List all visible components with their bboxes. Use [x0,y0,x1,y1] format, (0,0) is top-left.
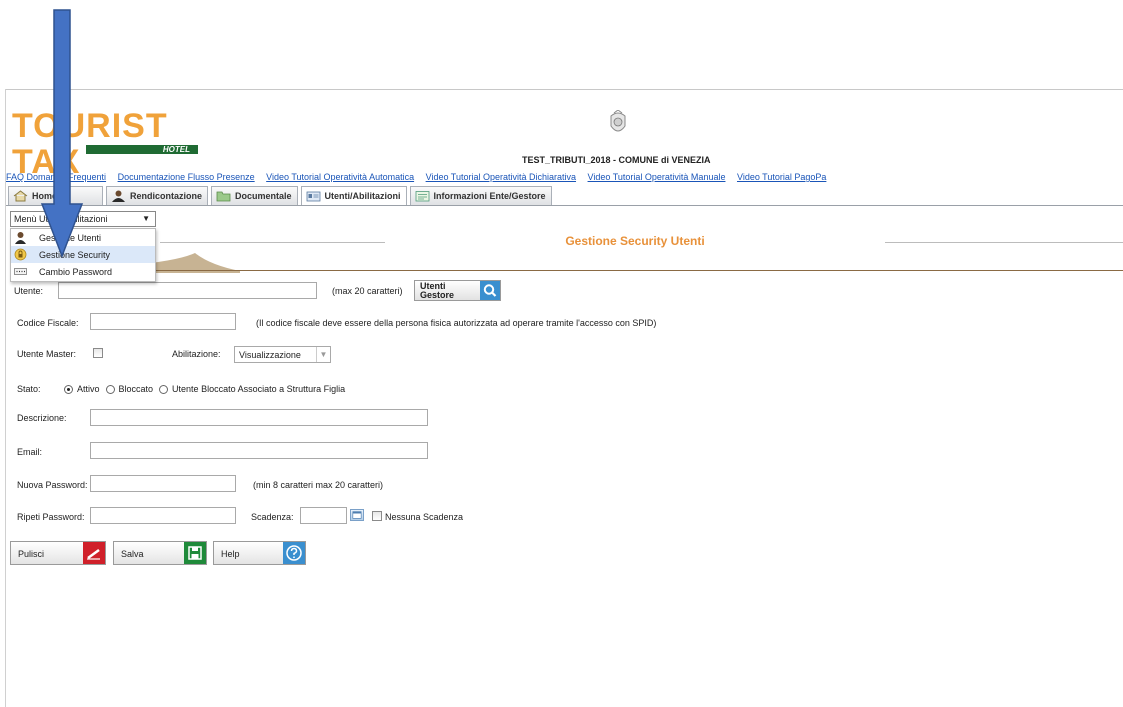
scadenza-label: Scadenza: [251,512,294,522]
nessuna-scadenza-label: Nessuna Scadenza [385,512,464,522]
save-icon [184,542,206,564]
search-icon [480,281,500,300]
user-icon [15,232,26,244]
utente-input[interactable] [58,282,317,299]
nessuna-scadenza-checkbox[interactable] [372,511,382,521]
ripeti-password-label: Ripeti Password: [17,512,85,522]
tab-label: Utenti/Abilitazioni [324,191,401,201]
scadenza-input[interactable] [300,507,347,524]
utente-master-label: Utente Master: [17,349,77,359]
link-video-manuale[interactable]: Video Tutorial Operatività Manuale [588,172,726,182]
section-divider [10,270,1123,271]
help-links-bar: FAQ Domande Frequenti Documentazione Flu… [6,172,835,182]
abilitazione-value: Visualizzazione [239,349,301,360]
pulisci-button[interactable]: Pulisci [10,541,106,565]
salva-button[interactable]: Salva [113,541,207,565]
logo-sub: HOTEL [162,145,190,154]
salva-label: Salva [121,549,144,559]
utente-label: Utente: [14,286,44,296]
entity-title: TEST_TRIBUTI_2018 - COMUNE di VENEZIA [522,155,711,165]
stato-bloccato-option[interactable]: Bloccato [105,384,154,394]
tab-label: Documentale [235,191,292,201]
tab-informazioni-ente[interactable]: Informazioni Ente/Gestore [409,186,552,205]
utente-note: (max 20 caratteri) [332,286,403,296]
nuova-password-note: (min 8 caratteri max 20 caratteri) [253,480,384,490]
municipal-crest-icon [610,110,626,132]
stato-label: Stato: [17,384,41,394]
email-input[interactable] [90,442,428,459]
email-label: Email: [17,447,43,457]
menu-item-label: Cambio Password [39,266,113,277]
form-icon [415,191,429,202]
stato-bloccato-figlia-option[interactable]: Utente Bloccato Associato a Struttura Fi… [159,384,345,394]
abilitazione-select[interactable]: Visualizzazione ▼ [234,346,331,363]
tab-documentale[interactable]: Documentale [211,186,298,205]
tabs-divider [6,205,1123,206]
stato-attivo-label: Attivo [77,384,100,394]
password-icon [14,268,27,275]
codice-fiscale-note: (Il codice fiscale deve essere della per… [256,318,657,328]
help-icon [283,542,305,564]
pulisci-label: Pulisci [18,549,45,559]
stato-radio-group: Attivo Bloccato Utente Bloccato Associat… [64,384,351,394]
tab-rendicontazione[interactable]: Rendicontazione [106,186,209,205]
link-video-automatica[interactable]: Video Tutorial Operatività Automatica [266,172,414,182]
help-button[interactable]: Help [213,541,306,565]
id-card-icon [306,191,320,202]
logo-bar: HOTEL [86,145,198,154]
radio-bloccato-figlia[interactable] [159,384,169,394]
utenti-gestore-button[interactable]: Utenti Gestore [414,280,501,301]
help-label: Help [221,549,240,559]
utente-master-checkbox[interactable] [93,348,103,358]
nuova-password-input[interactable] [90,475,236,492]
header-divider [5,89,1123,90]
link-documentazione[interactable]: Documentazione Flusso Presenze [118,172,255,182]
radio-attivo[interactable] [64,384,73,394]
chevron-down-icon: ▼ [142,214,150,223]
home-icon [13,190,28,202]
codice-fiscale-input[interactable] [90,313,236,330]
title-rule-right [885,242,1123,243]
link-video-pagopa[interactable]: Video Tutorial PagoPa [737,172,826,182]
codice-fiscale-label: Codice Fiscale: [17,318,79,328]
stato-bloccato-label: Bloccato [118,384,154,394]
stato-attivo-option[interactable]: Attivo [64,384,100,394]
menu-item-cambio-password[interactable]: Cambio Password [11,263,155,280]
main-tabs: Home Rendicontazione Documentale Utenti/… [8,186,555,205]
nuova-password-label: Nuova Password: [17,480,88,490]
tab-label: Rendicontazione [130,191,203,201]
descrizione-label: Descrizione: [17,413,67,423]
descrizione-input[interactable] [90,409,428,426]
tab-utenti-abilitazioni[interactable]: Utenti/Abilitazioni [300,186,407,205]
ripeti-password-input[interactable] [90,507,236,524]
user-icon [112,190,125,202]
annotation-arrow-icon [40,9,84,258]
stato-bloccato-figlia-label: Utente Bloccato Associato a Struttura Fi… [172,384,346,394]
title-rule-left [160,242,385,243]
folder-icon [216,191,231,202]
calendar-icon[interactable] [350,509,364,521]
chevron-down-icon: ▼ [316,347,330,362]
tab-label: Informazioni Ente/Gestore [433,191,546,201]
radio-bloccato[interactable] [105,384,115,394]
eraser-icon [83,542,105,564]
page-title: Gestione Security Utenti [565,234,705,248]
lock-icon [14,248,27,261]
utenti-gestore-line2: Gestore [420,290,455,300]
abilitazione-label: Abilitazione: [172,349,221,359]
link-video-dichiarativa[interactable]: Video Tutorial Operatività Dichiarativa [426,172,576,182]
